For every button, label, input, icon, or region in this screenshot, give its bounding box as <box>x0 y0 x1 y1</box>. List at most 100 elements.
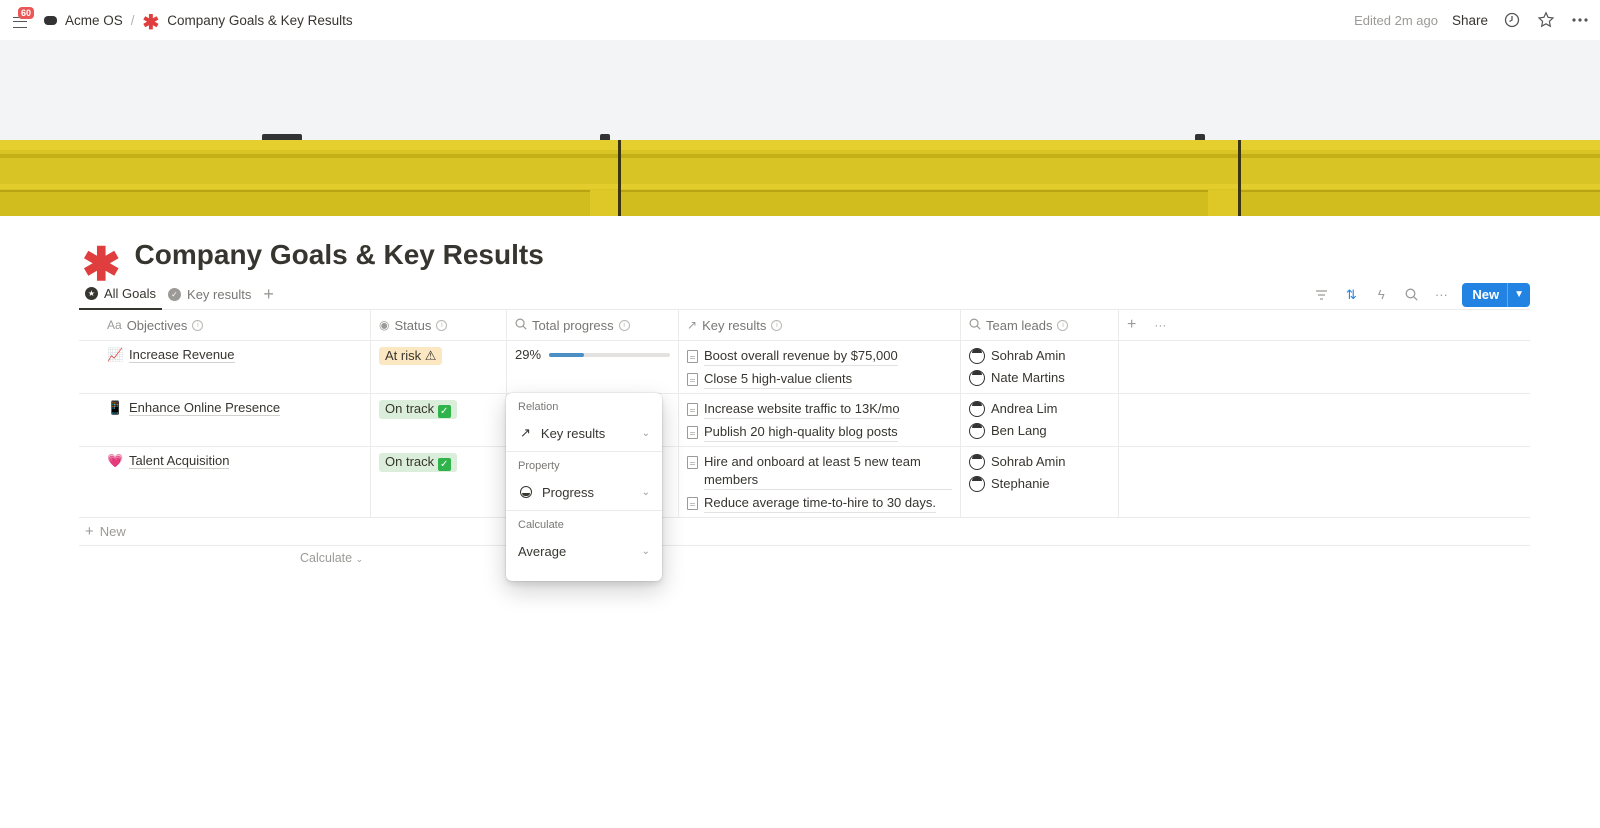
favorite-star-icon[interactable] <box>1536 10 1556 30</box>
empty-cell <box>1119 394 1530 446</box>
search-icon[interactable] <box>1402 286 1420 304</box>
objective-name[interactable]: Talent Acquisition <box>129 453 230 469</box>
column-label: Team leads <box>986 317 1053 333</box>
tab-all-goals[interactable]: ★ All Goals <box>79 280 163 310</box>
objective-cell[interactable]: 💗 Talent Acquisition <box>79 447 371 517</box>
page-asterisk-icon: ✱ <box>142 12 160 34</box>
empty-cell <box>1119 447 1530 517</box>
status-badge: On track ✓ <box>379 400 457 419</box>
key-results-cell[interactable]: Increase website traffic to 13K/mo Publi… <box>679 394 961 446</box>
team-leads-cell[interactable]: Sohrab Amin Stephanie <box>961 447 1119 517</box>
key-result-link[interactable]: Increase website traffic to 13K/mo <box>687 400 952 419</box>
chevron-down-icon: ⌄ <box>641 427 650 439</box>
filter-icon[interactable] <box>1312 286 1330 304</box>
team-lead-name: Nate Martins <box>991 370 1065 385</box>
page-doc-icon <box>687 497 698 510</box>
view-tabs: ★ All Goals ✓ Key results + ⇅ ϟ ··· New … <box>79 280 1530 310</box>
column-label: Status <box>394 317 432 333</box>
objective-name[interactable]: Enhance Online Presence <box>129 400 281 416</box>
team-lead-name: Sohrab Amin <box>991 348 1066 363</box>
team-lead-name: Stephanie <box>991 476 1050 491</box>
property-label: Property <box>518 460 560 472</box>
calculate-select[interactable]: Average ⌄ <box>506 539 662 563</box>
chevron-down-icon: ⌄ <box>641 486 650 498</box>
objective-cell[interactable]: 📈 Increase Revenue <box>79 341 371 393</box>
sort-icon[interactable]: ⇅ <box>1342 286 1360 304</box>
automation-lightning-icon[interactable]: ϟ <box>1372 286 1390 304</box>
breadcrumb-workspace[interactable]: Acme OS <box>65 13 123 28</box>
info-icon: i <box>436 319 448 331</box>
table-row[interactable]: 💗 Talent Acquisition On track ✓ Hire and… <box>79 447 1530 518</box>
page-doc-icon <box>687 456 698 469</box>
more-properties-icon[interactable]: ··· <box>1154 318 1166 332</box>
sidebar-menu-button[interactable]: 60 <box>8 7 35 32</box>
key-result-link[interactable]: Close 5 high-value clients <box>687 370 952 389</box>
key-results-cell[interactable]: Hire and onboard at least 5 new team mem… <box>679 447 961 517</box>
info-icon: i <box>618 319 630 331</box>
plus-icon: + <box>85 523 94 540</box>
relation-section: Relation ↗ Key results ⌄ <box>506 393 662 452</box>
status-cell[interactable]: On track ✓ <box>371 394 507 446</box>
relation-select[interactable]: ↗ Key results ⌄ <box>506 421 662 445</box>
chart-increasing-emoji-icon: 📈 <box>107 347 124 362</box>
property-select[interactable]: Progress ⌄ <box>506 480 662 504</box>
chevron-down-icon: ⌄ <box>355 554 364 564</box>
key-results-cell[interactable]: Boost overall revenue by $75,000 Close 5… <box>679 341 961 393</box>
add-new-row-button[interactable]: + New <box>79 518 1530 546</box>
column-header-key-results[interactable]: ↗ Key results i <box>679 310 961 340</box>
info-icon: i <box>1057 319 1069 331</box>
team-lead: Stephanie <box>969 475 1110 493</box>
table-row[interactable]: 📱 Enhance Online Presence On track ✓ Inc… <box>79 394 1530 447</box>
cover-rail-lower <box>0 190 1600 216</box>
column-header-status[interactable]: ◉ Status i <box>371 310 507 340</box>
new-record-button[interactable]: New ▼ <box>1462 282 1530 307</box>
more-options-icon[interactable] <box>1570 10 1590 30</box>
status-badge: On track ✓ <box>379 453 457 472</box>
column-header-total-progress[interactable]: Total progress i <box>507 310 679 340</box>
cover-image[interactable] <box>0 40 1600 216</box>
column-header-objectives[interactable]: Aa Objectives i <box>79 310 371 340</box>
calculate-section: Calculate Average ⌄ <box>506 511 662 569</box>
cover-joint <box>618 140 621 216</box>
page-title-text[interactable]: Company Goals & Key Results <box>135 239 544 271</box>
breadcrumb-separator: / <box>130 12 135 28</box>
key-result-link[interactable]: Reduce average time-to-hire to 30 days. <box>687 494 952 513</box>
notification-badge: 60 <box>18 7 35 19</box>
chevron-down-icon[interactable]: ▼ <box>1507 282 1530 307</box>
key-result-link[interactable]: Hire and onboard at least 5 new team mem… <box>687 453 952 490</box>
team-leads-cell[interactable]: Sohrab Amin Nate Martins <box>961 341 1119 393</box>
breadcrumb-page[interactable]: Company Goals & Key Results <box>167 13 352 28</box>
goals-table: Aa Objectives i ◉ Status i Total progres… <box>79 310 1530 546</box>
share-button[interactable]: Share <box>1452 13 1488 28</box>
relation-value: Key results <box>540 425 606 441</box>
column-header-actions: + ··· <box>1119 310 1530 340</box>
objective-name[interactable]: Increase Revenue <box>129 347 235 363</box>
text-property-icon: Aa <box>107 318 122 332</box>
column-header-team-leads[interactable]: Team leads i <box>961 310 1119 340</box>
add-property-plus-icon[interactable]: + <box>1127 316 1136 334</box>
cover-joint <box>1238 140 1241 216</box>
status-cell[interactable]: On track ✓ <box>371 447 507 517</box>
status-badge: At risk ⚠ <box>379 347 443 365</box>
avatar <box>969 454 985 470</box>
progress-cell[interactable]: 29% <box>507 341 679 393</box>
progress-bar-fill <box>549 352 585 357</box>
tab-label: Key results <box>187 287 252 302</box>
avatar <box>969 476 985 492</box>
key-result-link[interactable]: Boost overall revenue by $75,000 <box>687 347 952 366</box>
tab-key-results[interactable]: ✓ Key results <box>162 280 257 310</box>
calculate-dropdown[interactable]: Calculate ⌄ <box>300 551 363 565</box>
table-row[interactable]: 📈 Increase Revenue At risk ⚠ 29% Boost o… <box>79 341 1530 394</box>
history-clock-icon[interactable] <box>1502 10 1522 30</box>
view-more-icon[interactable]: ··· <box>1432 286 1450 304</box>
add-view-plus-icon[interactable]: + <box>257 284 280 305</box>
key-result-link[interactable]: Publish 20 high-quality blog posts <box>687 423 952 442</box>
avatar <box>969 401 985 417</box>
team-leads-cell[interactable]: Andrea Lim Ben Lang <box>961 394 1119 446</box>
status-cell[interactable]: At risk ⚠ <box>371 341 507 393</box>
new-button-label: New <box>1472 287 1500 302</box>
workspace-icon <box>44 15 57 25</box>
objective-cell[interactable]: 📱 Enhance Online Presence <box>79 394 371 446</box>
key-result-title: Publish 20 high-quality blog posts <box>704 423 898 442</box>
cover-post <box>590 190 620 216</box>
